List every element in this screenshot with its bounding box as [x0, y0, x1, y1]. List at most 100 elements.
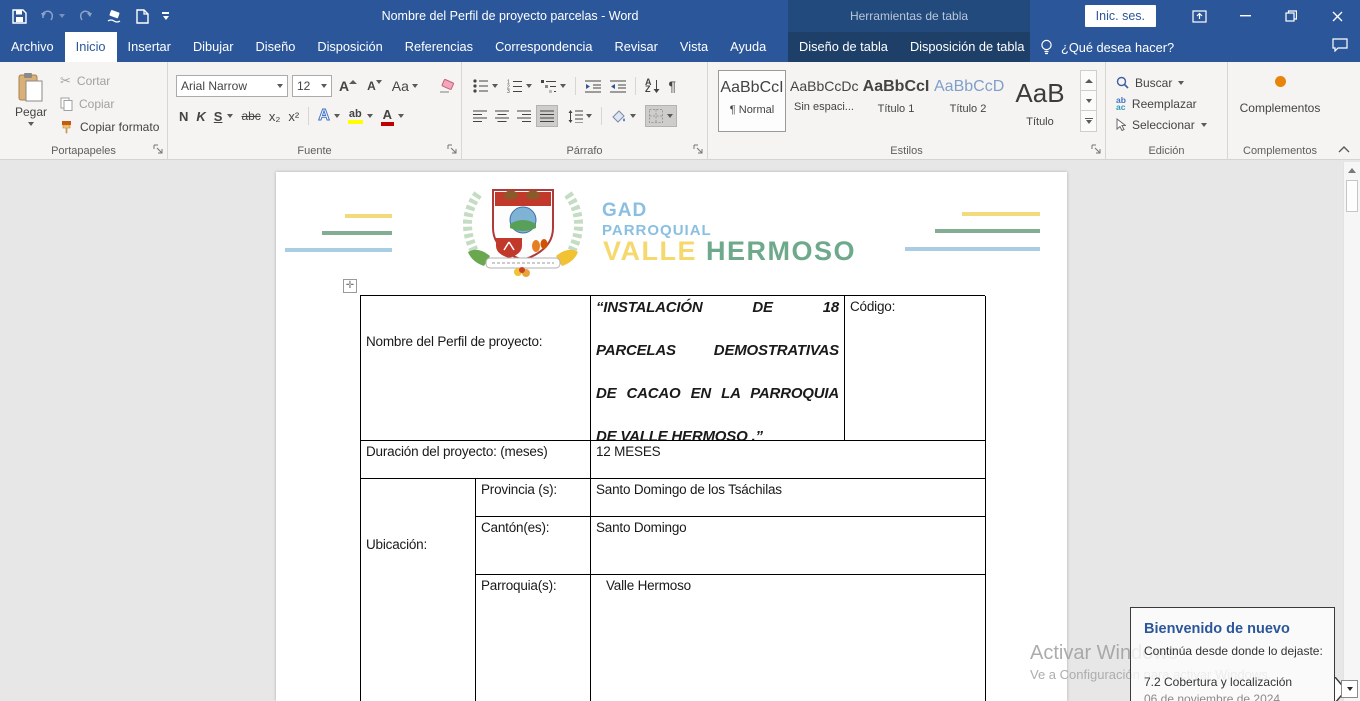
borders-button[interactable]: [645, 105, 677, 127]
new-document-icon[interactable]: [136, 9, 149, 24]
italic-button[interactable]: K: [193, 105, 208, 127]
estilos-dialog-launcher-icon[interactable]: [1091, 144, 1102, 155]
feedback-icon[interactable]: [1332, 38, 1348, 52]
tab-correspondencia[interactable]: Correspondencia: [484, 32, 603, 62]
font-size-combo[interactable]: 12: [292, 75, 332, 97]
tab-dibujar[interactable]: Dibujar: [182, 32, 245, 62]
vertical-scrollbar[interactable]: [1343, 162, 1360, 701]
replace-button[interactable]: ab ac Reemplazar: [1106, 93, 1227, 114]
style-titulo-2[interactable]: AaBbCcD Título 2: [934, 70, 1002, 132]
style-sample: AaB: [1006, 78, 1074, 109]
scroll-thumb[interactable]: [1346, 180, 1358, 212]
customize-qat-icon[interactable]: [162, 12, 169, 20]
styles-scroll-down-icon[interactable]: [1081, 91, 1096, 111]
line-spacing-button[interactable]: [565, 105, 595, 127]
sort-z-label: Z: [645, 86, 652, 93]
canton-value: Santo Domingo: [596, 520, 686, 535]
fuente-dialog-launcher-icon[interactable]: [447, 144, 458, 155]
project-table[interactable]: Nombre del Perfil de proyecto: “INSTALAC…: [360, 295, 985, 701]
cell-canton-value[interactable]: Santo Domingo: [591, 517, 986, 575]
font-name-combo[interactable]: Arial Narrow: [176, 75, 288, 97]
popup-resume-link[interactable]: 7.2 Cobertura y localización: [1144, 675, 1323, 689]
tab-disposicion[interactable]: Disposición: [306, 32, 393, 62]
style-titulo[interactable]: AaB Título: [1006, 70, 1074, 132]
restore-icon[interactable]: [1268, 0, 1314, 32]
next-page-icon[interactable]: [1341, 680, 1358, 698]
duration-value: 12 MESES: [596, 444, 660, 459]
subscript-button[interactable]: x₂: [266, 105, 284, 127]
tab-vista[interactable]: Vista: [669, 32, 719, 62]
welcome-back-popup[interactable]: Bienvenido de nuevo Continúa desde donde…: [1130, 607, 1335, 701]
save-icon[interactable]: [12, 9, 27, 24]
bold-button[interactable]: N: [176, 105, 191, 127]
paste-button[interactable]: Pegar: [8, 68, 54, 146]
popup-resume-date: 06 de noviembre de 2024: [1144, 692, 1323, 701]
parrafo-dialog-launcher-icon[interactable]: [693, 144, 704, 155]
sign-in-button[interactable]: Inic. ses.: [1085, 5, 1156, 27]
font-name-value: Arial Narrow: [181, 79, 247, 93]
cell-code[interactable]: Código:: [845, 296, 986, 441]
cell-province-value[interactable]: Santo Domingo de los Tsáchilas: [591, 479, 986, 517]
collapse-ribbon-icon[interactable]: [1338, 146, 1350, 153]
cell-duration-label[interactable]: Duración del proyecto: (meses): [361, 441, 591, 479]
tab-archivo[interactable]: Archivo: [0, 32, 65, 62]
show-marks-button[interactable]: ¶: [666, 75, 680, 97]
change-case-button[interactable]: Aa: [389, 75, 421, 97]
tab-insertar[interactable]: Insertar: [117, 32, 182, 62]
tab-diseno[interactable]: Diseño: [244, 32, 306, 62]
style-titulo-1[interactable]: AaBbCcI Título 1: [862, 70, 930, 132]
cell-province-label[interactable]: Provincia (s):: [476, 479, 591, 517]
select-button[interactable]: Seleccionar: [1106, 114, 1227, 135]
align-center-button[interactable]: [492, 105, 512, 127]
shrink-font-button[interactable]: A: [364, 75, 385, 97]
format-painter-button[interactable]: Copiar formato: [60, 116, 166, 138]
tab-disposicion-de-tabla[interactable]: Disposición de tabla: [899, 32, 1036, 62]
tab-inicio[interactable]: Inicio: [65, 32, 117, 62]
tell-me-box[interactable]: ¿Qué desea hacer?: [1040, 32, 1174, 62]
increase-indent-button[interactable]: [607, 75, 629, 97]
find-button[interactable]: Buscar: [1106, 72, 1227, 93]
styles-scroll-up-icon[interactable]: [1081, 71, 1096, 91]
justify-button[interactable]: [536, 105, 558, 127]
bullets-button[interactable]: [470, 75, 501, 97]
underline-button[interactable]: S: [211, 105, 237, 127]
ribbon-display-options-icon[interactable]: [1176, 0, 1222, 32]
tab-referencias[interactable]: Referencias: [394, 32, 484, 62]
tab-ayuda[interactable]: Ayuda: [719, 32, 777, 62]
style-normal[interactable]: AaBbCcI ¶ Normal: [718, 70, 786, 132]
font-color-button[interactable]: A: [378, 105, 407, 127]
table-move-handle[interactable]: ✛: [343, 279, 357, 293]
minimize-icon[interactable]: [1222, 0, 1268, 32]
clear-formatting-button[interactable]: [435, 75, 459, 97]
close-icon[interactable]: [1314, 0, 1360, 32]
superscript-button[interactable]: x²: [285, 105, 302, 127]
shading-button[interactable]: [608, 105, 639, 127]
decrease-indent-button[interactable]: [582, 75, 604, 97]
text-effects-button[interactable]: A: [315, 105, 343, 127]
cell-project-title[interactable]: “INSTALACIÓN DE 18 PARCELAS DEMOSTRATIVA…: [591, 296, 845, 441]
tab-revisar[interactable]: Revisar: [604, 32, 669, 62]
strikethrough-button[interactable]: abc: [238, 105, 263, 127]
cell-parish-label[interactable]: Parroquia(s):: [476, 575, 591, 701]
align-left-button[interactable]: [470, 105, 490, 127]
eraser-icon[interactable]: [106, 9, 123, 23]
sort-button[interactable]: A Z: [642, 75, 663, 97]
document-page[interactable]: GAD PARROQUIAL VALLE HERMOSO ✛ Nombre de…: [276, 172, 1067, 701]
cell-project-name-label[interactable]: Nombre del Perfil de proyecto:: [361, 296, 591, 441]
cell-canton-label[interactable]: Cantón(es):: [476, 517, 591, 575]
cell-duration-value[interactable]: 12 MESES: [591, 441, 986, 479]
cell-parish-value[interactable]: Valle Hermoso: [591, 575, 986, 701]
multilevel-list-button[interactable]: [538, 75, 569, 97]
portapapeles-dialog-launcher-icon[interactable]: [153, 144, 164, 155]
paste-dropdown-icon[interactable]: [28, 122, 34, 126]
cell-location-label[interactable]: Ubicación:: [361, 479, 476, 701]
grow-font-button[interactable]: A: [336, 75, 360, 97]
styles-gallery-more-icon[interactable]: [1081, 111, 1096, 131]
align-right-button[interactable]: [514, 105, 534, 127]
style-sin-espaciado[interactable]: AaBbCcDc Sin espaci...: [790, 70, 858, 132]
tab-diseno-de-tabla[interactable]: Diseño de tabla: [788, 32, 899, 62]
highlight-button[interactable]: ab: [345, 105, 376, 127]
numbering-button[interactable]: 123: [504, 75, 535, 97]
addins-button[interactable]: Complementos: [1228, 76, 1332, 115]
scroll-up-icon[interactable]: [1344, 162, 1360, 178]
